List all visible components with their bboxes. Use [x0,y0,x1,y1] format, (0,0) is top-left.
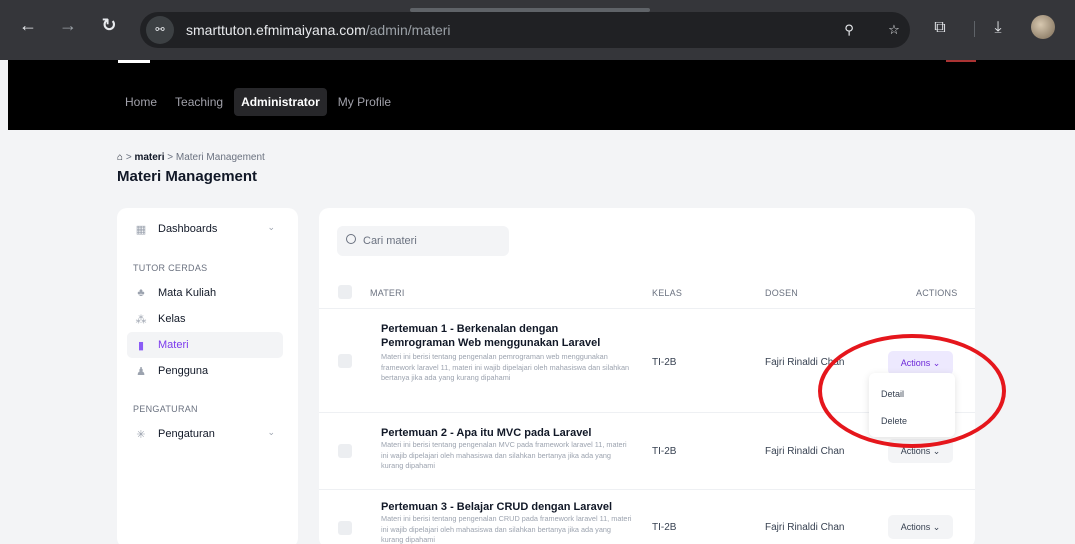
sidebar-item-dashboards[interactable]: ▦ Dashboards ⌄ [127,216,283,242]
materi-title[interactable]: Pertemuan 1 - Berkenalan dengan Pemrogra… [381,322,633,350]
forward-icon[interactable]: → [57,14,79,36]
zoom-icon[interactable]: ⚲ [840,21,858,39]
dosen-cell: Fajri Rinaldi Chan [765,446,845,457]
gear-icon: ✳ [136,428,146,441]
materi-title[interactable]: Pertemuan 2 - Apa itu MVC pada Laravel [381,426,633,440]
search-box[interactable] [337,226,509,256]
header-accent [946,60,976,62]
row-checkbox[interactable] [338,354,352,368]
row-checkbox[interactable] [338,521,352,535]
materi-description: Materi ini berisi tentang pengenalan pem… [381,352,630,383]
materi-description: Materi ini berisi tentang pengenalan CRU… [381,514,632,544]
sidebar-item-pengguna[interactable]: ♟ Pengguna [127,358,283,384]
kelas-cell: TI-2B [652,357,677,368]
address-bar[interactable]: ⚯ smarttuton.efmimaiyana.com/admin/mater… [140,12,910,48]
logo [118,60,150,63]
kelas-cell: TI-2B [652,446,677,457]
nav-administrator[interactable]: Administrator [234,88,327,116]
sidebar-item-label: Materi [158,339,189,351]
annotation-circle [818,334,1006,448]
sidebar-item-materi[interactable]: ▮ Materi [127,332,283,358]
site-info-icon[interactable]: ⚯ [146,16,174,44]
row-divider [319,489,975,490]
home-icon[interactable]: ⌂ [117,152,123,163]
materi-title[interactable]: Pertemuan 3 - Belajar CRUD dengan Larave… [381,500,633,514]
chevron-down-icon: ⌄ [267,222,275,232]
users-icon: ♣ [137,287,145,299]
sidebar-section-tutor: TUTOR CERDAS [133,263,208,273]
toolbar-divider [974,21,975,37]
breadcrumb: ⌂ > materi > Materi Management [117,152,265,163]
url-text[interactable]: smarttuton.efmimaiyana.com/admin/materi [186,22,451,38]
breadcrumb-leaf: Materi Management [175,152,265,163]
select-all-checkbox[interactable] [338,285,352,299]
dosen-cell: Fajri Rinaldi Chan [765,522,845,533]
search-input[interactable] [363,226,503,256]
actions-button[interactable]: Actions ⌄ [888,515,953,539]
app-header: Home Teaching Administrator My Profile [8,60,1075,130]
breadcrumb-materi[interactable]: materi [134,152,164,163]
sidebar-item-pengaturan[interactable]: ✳ Pengaturan ⌄ [127,421,283,447]
reload-icon[interactable]: ↻ [98,14,120,36]
sidebar-section-pengaturan: PENGATURAN [133,404,198,414]
chevron-down-icon: ⌄ [267,427,275,437]
column-header-actions: ACTIONS [916,288,958,298]
materi-description: Materi ini berisi tentang pengenalan MVC… [381,440,627,471]
dashboard-icon: ▦ [135,223,147,236]
user-icon: ♟ [136,365,146,378]
browser-toolbar: ← → ↻ ⚯ smarttuton.efmimaiyana.com/admin… [0,0,1075,60]
book-icon: ▮ [137,339,145,352]
nodes-icon: ⁂ [135,313,147,326]
breadcrumb-sep: > [125,152,132,163]
profile-avatar[interactable] [1031,15,1055,39]
bookmark-star-icon[interactable]: ☆ [885,21,903,39]
nav-my-profile[interactable]: My Profile [331,88,398,116]
sidebar-item-label: Kelas [158,313,186,325]
sidebar-item-kelas[interactable]: ⁂ Kelas [127,306,283,332]
download-icon[interactable]: ⤓ [987,17,1009,39]
sidebar-item-mata-kuliah[interactable]: ♣ Mata Kuliah [127,280,283,306]
breadcrumb-sep: > [167,152,174,163]
kelas-cell: TI-2B [652,522,677,533]
sidebar-item-label: Pengaturan [158,428,215,440]
search-icon [346,234,356,244]
row-divider [319,308,975,309]
extensions-icon[interactable]: ⧉ [929,17,951,39]
column-header-dosen: DOSEN [765,288,799,298]
sidebar-item-label: Dashboards [158,223,218,235]
sidebar-item-label: Mata Kuliah [158,287,217,299]
back-icon[interactable]: ← [17,14,39,36]
nav-teaching[interactable]: Teaching [168,88,230,116]
column-header-kelas: KELAS [652,288,683,298]
sidebar: ▦ Dashboards ⌄ TUTOR CERDAS ♣ Mata Kulia… [117,208,298,544]
sidebar-item-label: Pengguna [158,365,209,377]
main-nav: Home Teaching Administrator My Profile [118,88,398,116]
page-title: Materi Management [117,168,258,185]
row-checkbox[interactable] [338,444,352,458]
nav-home[interactable]: Home [118,88,164,116]
column-header-materi: MATERI [370,288,405,298]
